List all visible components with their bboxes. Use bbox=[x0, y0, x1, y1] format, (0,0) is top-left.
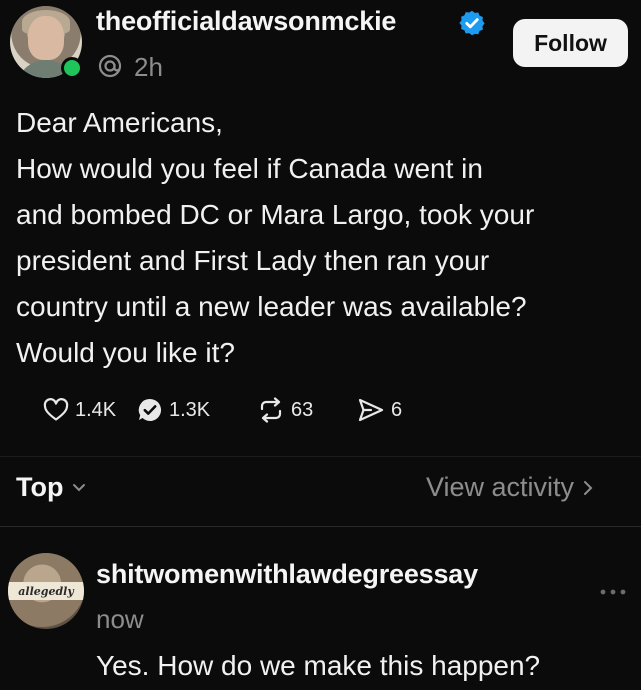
comment-checked-icon bbox=[138, 398, 162, 421]
post-line: How would you feel if Canada went in bbox=[16, 153, 483, 184]
repost-icon bbox=[260, 397, 282, 423]
comment-button[interactable]: 1.3K bbox=[137, 395, 210, 425]
follow-button[interactable]: Follow bbox=[513, 19, 628, 67]
like-count: 1.4K bbox=[75, 398, 117, 421]
repost-count: 63 bbox=[291, 398, 314, 421]
heart-icon bbox=[43, 398, 69, 421]
post-line: Would you like it? bbox=[16, 337, 235, 368]
view-activity-label: View activity bbox=[426, 472, 575, 502]
post-line: and bombed DC or Mara Largo, took your bbox=[16, 199, 535, 230]
send-icon bbox=[358, 398, 384, 422]
post-line: president and First Lady then ran your bbox=[16, 245, 490, 276]
view-activity-link[interactable]: View activity bbox=[426, 472, 594, 503]
threads-reply-icon bbox=[98, 54, 122, 78]
chevron-down-icon bbox=[73, 483, 86, 491]
share-button[interactable]: 6 bbox=[357, 395, 402, 425]
online-status-icon bbox=[61, 57, 83, 79]
avatar-caption: allegedly bbox=[8, 582, 84, 600]
chevron-right-icon bbox=[584, 480, 593, 495]
like-button[interactable]: 1.4K bbox=[43, 395, 116, 425]
more-options-icon[interactable] bbox=[598, 586, 628, 598]
post-body: Dear Americans, How would you feel if Ca… bbox=[16, 100, 631, 376]
reply-username[interactable]: shitwomenwithlawdegreessay bbox=[96, 559, 478, 590]
divider bbox=[0, 456, 641, 457]
comment-count: 1.3K bbox=[169, 398, 211, 421]
reply-avatar[interactable]: allegedly bbox=[8, 553, 84, 629]
reply-time: now bbox=[96, 604, 144, 634]
post-line: country until a new leader was available… bbox=[16, 291, 527, 322]
sort-label: Top bbox=[16, 472, 64, 502]
share-count: 6 bbox=[391, 398, 403, 421]
divider bbox=[0, 526, 641, 527]
avatar-face bbox=[28, 16, 64, 60]
repost-button[interactable]: 63 bbox=[257, 395, 313, 425]
author-username[interactable]: theofficialdawsonmckie bbox=[96, 6, 396, 37]
reply-text: Yes. How do we make this happen? bbox=[96, 650, 541, 681]
verified-badge-icon bbox=[459, 10, 485, 36]
post-time: 2h bbox=[134, 52, 163, 82]
sort-dropdown[interactable]: Top bbox=[16, 472, 87, 503]
post-line: Dear Americans, bbox=[16, 107, 223, 138]
